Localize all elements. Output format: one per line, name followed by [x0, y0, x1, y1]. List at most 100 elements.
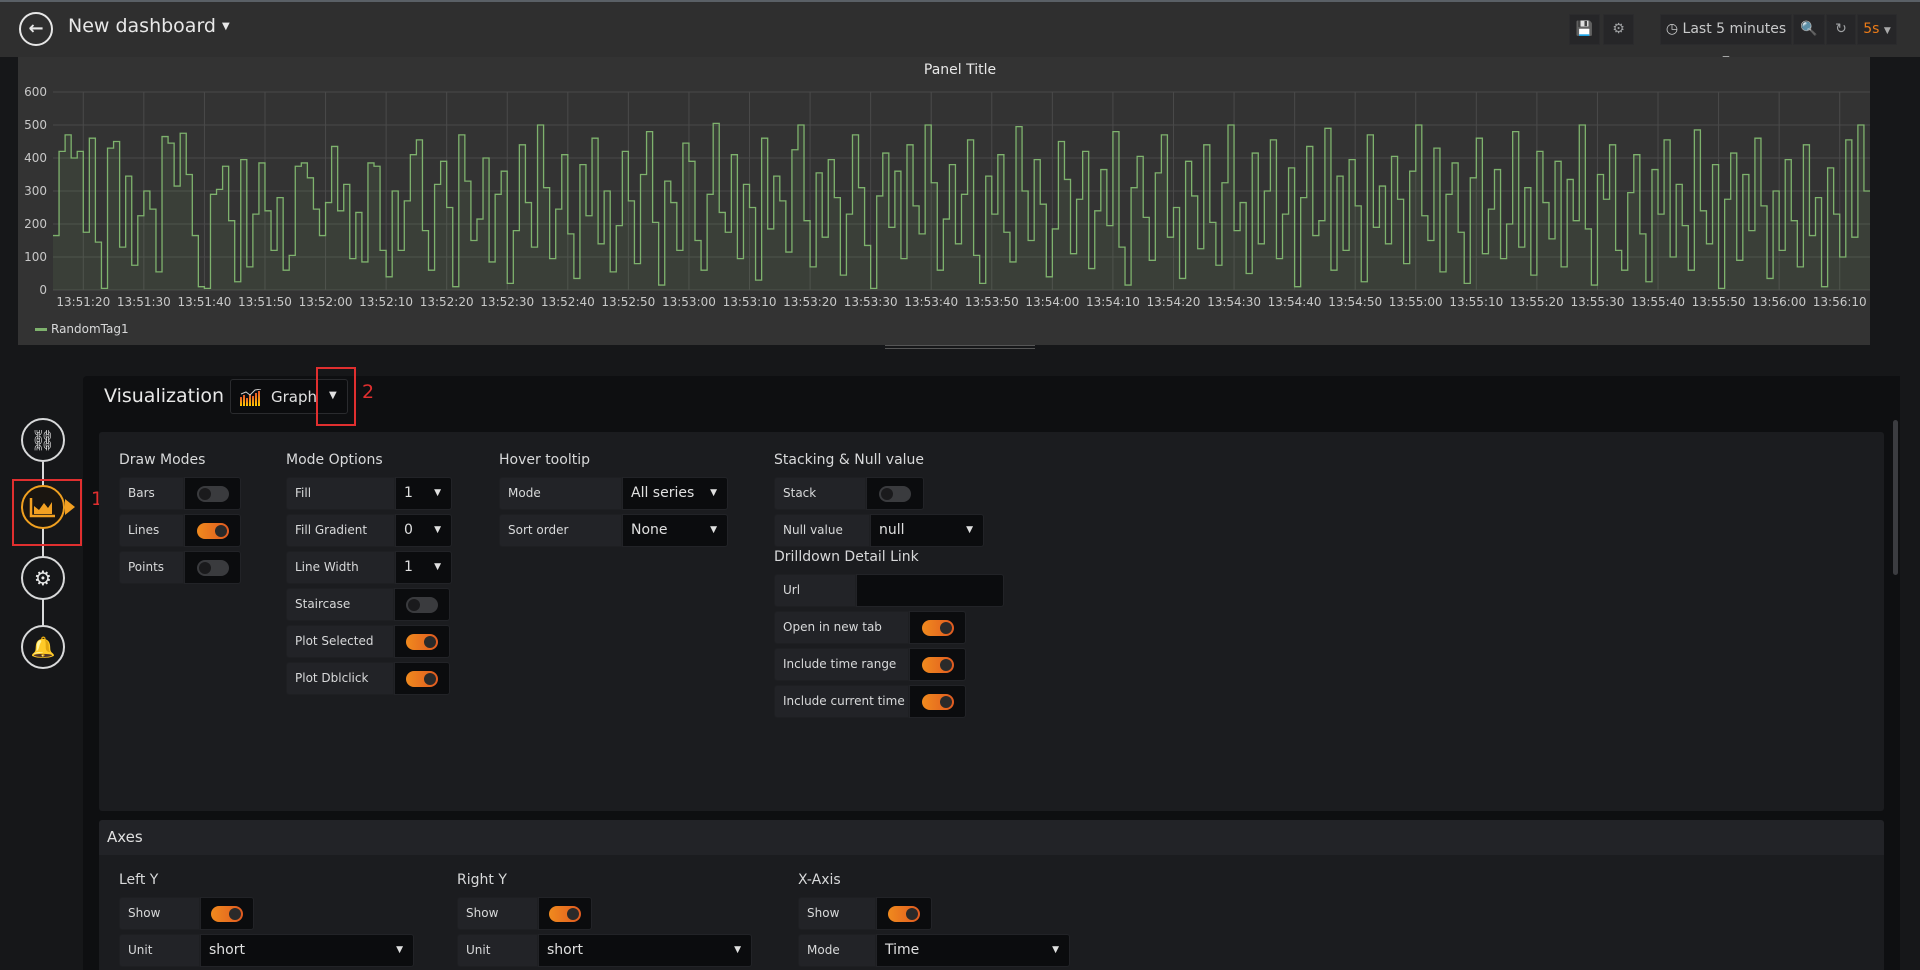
x-tick-label: 13:54:30	[1207, 295, 1261, 309]
refresh-interval-picker[interactable]: 5s ▼	[1857, 14, 1897, 45]
stack-label: Stack	[774, 477, 866, 510]
x-tick-label: 13:53:50	[965, 295, 1019, 309]
lines-toggle[interactable]	[184, 514, 241, 547]
series-color-swatch	[35, 328, 47, 331]
plot-dblclick-toggle[interactable]	[394, 662, 450, 695]
axes-section-header[interactable]: Axes	[99, 820, 1884, 855]
fill-gradient-value: 0	[404, 522, 413, 538]
plot-selected-label: Plot Selected	[286, 625, 394, 658]
annotation-number-2: 2	[362, 381, 375, 403]
toggle-switch[interactable]	[406, 670, 438, 687]
x-tick-label: 13:52:00	[299, 295, 353, 309]
bars-toggle[interactable]	[184, 477, 241, 510]
x-axis-mode-label: Mode	[798, 934, 876, 967]
legend-item[interactable]: RandomTag1	[35, 322, 129, 336]
refresh-button[interactable]: ↻	[1826, 14, 1856, 45]
toggle-switch[interactable]	[196, 485, 229, 502]
fill-label: Fill	[286, 477, 395, 510]
include-current-time-toggle[interactable]	[909, 685, 966, 718]
x-axis-show-toggle[interactable]	[876, 897, 932, 930]
visualization-type-label: Graph	[271, 388, 318, 406]
toggle-switch[interactable]	[879, 485, 911, 502]
points-toggle[interactable]	[184, 551, 241, 584]
right-y-show-toggle[interactable]	[538, 897, 592, 930]
caret-down-icon: ▼	[734, 945, 741, 955]
graph-bar-chart-icon	[240, 389, 262, 406]
left-y-unit-value: short	[209, 942, 245, 958]
include-current-time-label: Include current time	[774, 685, 909, 718]
x-tick-label: 13:54:40	[1268, 295, 1322, 309]
x-tick-label: 13:56:10	[1813, 295, 1867, 309]
left-y-unit-select[interactable]: short ▼	[200, 934, 414, 967]
alert-step-button[interactable]: 🔔	[21, 625, 65, 669]
toggle-switch[interactable]	[921, 693, 954, 710]
x-tick-label: 13:54:00	[1025, 295, 1079, 309]
x-tick-label: 13:55:10	[1449, 295, 1503, 309]
panel-resize-handle[interactable]	[885, 345, 1035, 349]
save-dashboard-button[interactable]: 💾	[1569, 14, 1600, 45]
dashboard-title: New dashboard	[68, 15, 216, 37]
x-axis-mode-select[interactable]: Time ▼	[876, 934, 1070, 967]
stack-toggle[interactable]	[866, 477, 924, 510]
toggle-switch[interactable]	[921, 656, 954, 673]
sort-order-select[interactable]: None ▼	[622, 514, 728, 547]
fill-select[interactable]: 1 ▼	[395, 477, 452, 510]
caret-down-icon: ▼	[710, 488, 717, 498]
right-y-unit-select[interactable]: short ▼	[538, 934, 752, 967]
include-time-range-toggle[interactable]	[909, 648, 966, 681]
toggle-switch[interactable]	[888, 905, 920, 922]
legend-label: RandomTag1	[51, 322, 129, 336]
line-width-select[interactable]: 1 ▼	[395, 551, 452, 584]
tooltip-mode-value: All series	[631, 485, 695, 501]
caret-down-icon: ▼	[1883, 26, 1891, 36]
toggle-switch[interactable]	[406, 596, 438, 613]
line-width-label: Line Width	[286, 551, 395, 584]
tooltip-mode-select[interactable]: All series ▼	[622, 477, 728, 510]
x-tick-label: 13:52:40	[541, 295, 595, 309]
y-tick-label: 600	[24, 85, 47, 99]
x-tick-label: 13:55:00	[1389, 295, 1443, 309]
url-input[interactable]	[856, 574, 1004, 607]
x-tick-label: 13:53:40	[904, 295, 958, 309]
gear-icon: ⚙	[1612, 21, 1625, 37]
y-tick-label: 0	[39, 283, 47, 297]
back-button[interactable]: ←	[19, 12, 53, 46]
queries-step-button[interactable]: ⛓	[21, 418, 65, 462]
open-new-tab-toggle[interactable]	[909, 611, 966, 644]
sort-order-value: None	[631, 522, 668, 538]
null-value-select[interactable]: null ▼	[870, 514, 984, 547]
x-tick-label: 13:56:00	[1752, 295, 1806, 309]
toggle-switch[interactable]	[549, 905, 581, 922]
x-axis-show-label: Show	[798, 897, 876, 930]
x-tick-label: 13:55:50	[1692, 295, 1746, 309]
x-tick-label: 13:53:10	[723, 295, 777, 309]
dashboard-title-dropdown[interactable]: New dashboard ▼	[68, 15, 230, 37]
toggle-switch[interactable]	[196, 559, 229, 576]
caret-down-icon: ▼	[966, 525, 973, 535]
left-y-show-label: Show	[119, 897, 200, 930]
x-tick-label: 13:52:30	[480, 295, 534, 309]
fill-gradient-label: Fill Gradient	[286, 514, 395, 547]
fill-gradient-select[interactable]: 0 ▼	[395, 514, 452, 547]
zoom-out-button[interactable]: 🔍	[1793, 14, 1825, 45]
line-width-value: 1	[404, 559, 413, 575]
toggle-switch[interactable]	[211, 905, 243, 922]
left-y-show-toggle[interactable]	[200, 897, 254, 930]
plot-selected-toggle[interactable]	[394, 625, 450, 658]
toggle-switch[interactable]	[196, 522, 229, 539]
x-tick-label: 13:53:00	[662, 295, 716, 309]
x-tick-label: 13:51:40	[177, 295, 231, 309]
editor-scrollbar[interactable]	[1893, 420, 1898, 575]
toggle-switch[interactable]	[921, 619, 954, 636]
database-icon: ⛓	[30, 428, 56, 452]
graph-chart: 0 100 200 300 400 500 600 13:51:20 13:51:30 13:51…	[24, 85, 1870, 309]
time-picker-button[interactable]: ◷ Last 5 minutes ▼	[1660, 14, 1792, 65]
staircase-toggle[interactable]	[394, 588, 450, 621]
dashboard-settings-button[interactable]: ⚙	[1603, 14, 1634, 45]
x-tick-label: 13:55:20	[1510, 295, 1564, 309]
annotation-box-2	[316, 367, 356, 426]
caret-down-icon: ▼	[434, 525, 441, 535]
y-tick-label: 400	[24, 151, 47, 165]
toggle-switch[interactable]	[406, 633, 438, 650]
general-settings-step-button[interactable]: ⚙	[21, 556, 65, 600]
